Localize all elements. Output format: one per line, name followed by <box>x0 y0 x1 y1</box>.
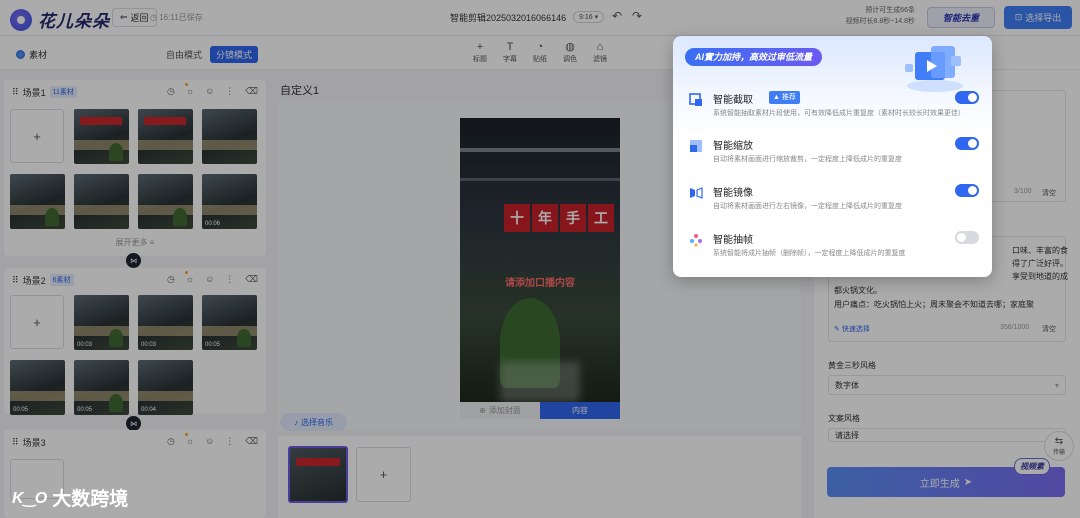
watermark-logo: K‿O <box>12 489 47 507</box>
smart-crop-toggle[interactable] <box>955 91 979 104</box>
popup-illustration-icon <box>905 46 963 92</box>
crop-icon <box>689 93 702 106</box>
watermark: K‿O 大数跨境 <box>12 484 128 511</box>
flame-icon: ▲ <box>773 94 780 101</box>
popup-title: AI實力加持，高效过审低流量 <box>685 48 823 66</box>
smart-dedup-popup: AI實力加持，高效过审低流量 智能截取 ▲ 推荐 系统智能抽取素材片段使用，可有… <box>673 36 992 277</box>
smart-mirror-toggle[interactable] <box>955 184 979 197</box>
recommend-badge: ▲ 推荐 <box>769 91 800 104</box>
sparkle-icon <box>690 234 702 247</box>
smart-zoom-toggle[interactable] <box>955 137 979 150</box>
mirror-icon <box>690 187 703 199</box>
zoom-icon <box>690 140 702 152</box>
watermark-text: 大数跨境 <box>52 489 129 510</box>
smart-frame-drop-toggle[interactable] <box>955 231 979 244</box>
